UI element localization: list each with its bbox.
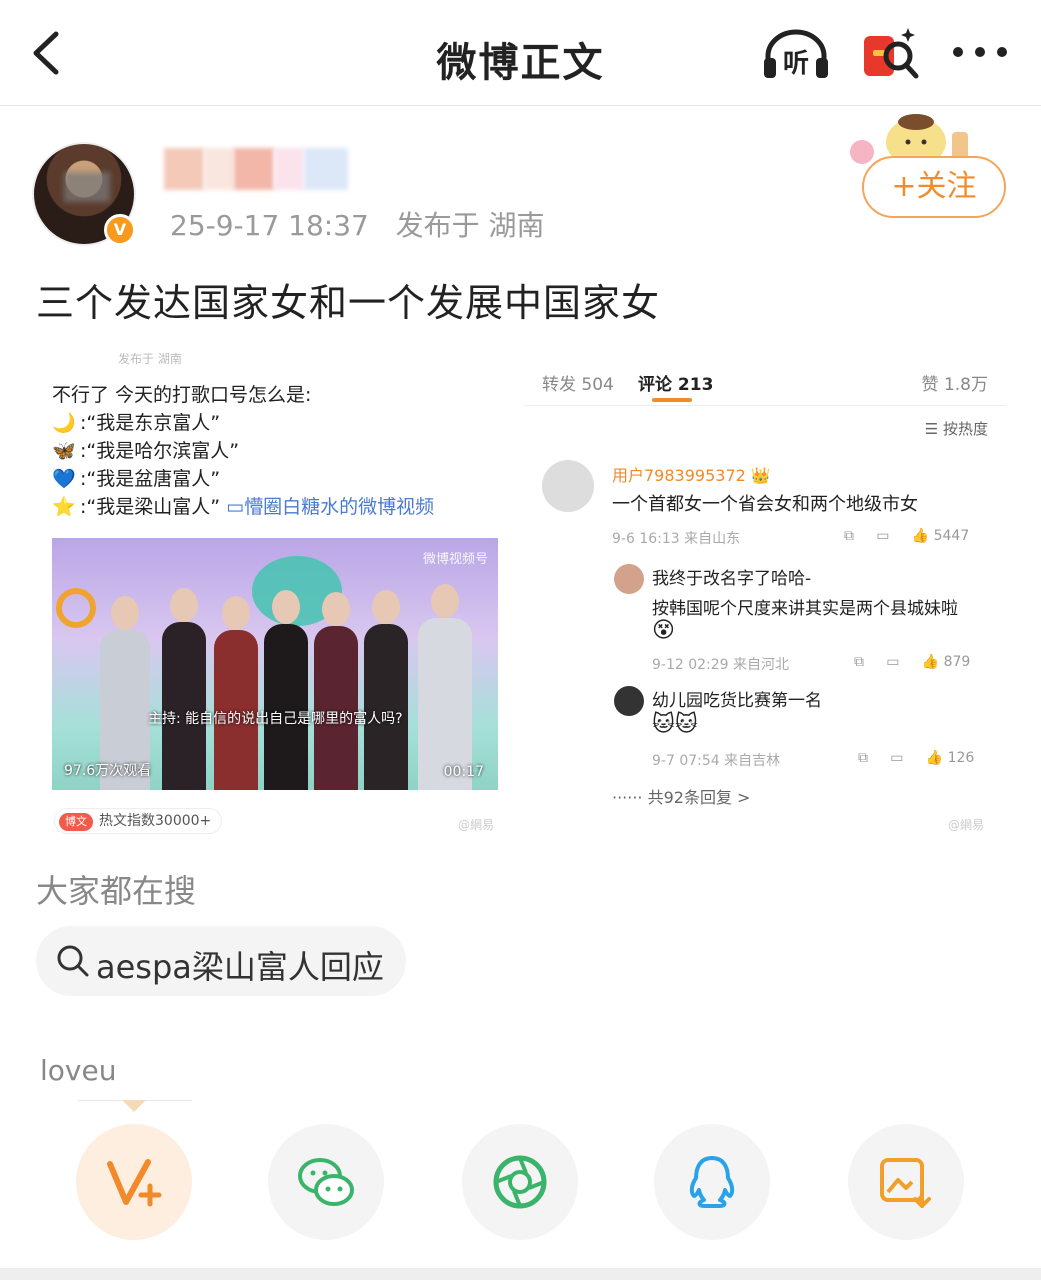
commenter-avatar <box>542 460 594 512</box>
search-icon <box>57 945 89 977</box>
hot-index-tag: 博文 热文指数30000+ <box>54 808 223 834</box>
reply-actions: ⧉ ▭ 👍 126 <box>858 750 975 766</box>
slogan-line: 💙:“我是盆唐富人” <box>52 468 221 490</box>
comment-tabs: 转发 504 评论 213 赞 1.8万 <box>524 348 1006 406</box>
more-options-icon[interactable] <box>948 32 1012 72</box>
share-save-image-button[interactable] <box>848 1124 964 1240</box>
butterfly-icon: 🦋 <box>52 440 76 462</box>
embedded-post-screenshot: 发布于 湖南 不行了 今天的打歌口号怎么是: 🌙:“我是东京富人” 🦋:“我是哈… <box>36 348 514 836</box>
author-name-redacted[interactable] <box>164 148 354 190</box>
post-location: 发布于 湖南 <box>395 209 545 242</box>
video-thumbnail: 微博视频号 主持: 能自信的说出自己是哪里的富人吗? 97.6万次观看 00:1… <box>52 538 498 790</box>
share-wechat-button[interactable] <box>268 1124 384 1240</box>
sort-by-heat: ☰ 按热度 <box>924 420 988 438</box>
performer-figure <box>364 590 408 790</box>
stage-decoration <box>56 588 96 628</box>
qq-penguin-icon <box>689 1156 735 1208</box>
listen-label: 听 <box>783 49 809 79</box>
more-replies-link: ······ 共92条回复 > <box>612 788 751 807</box>
post-image[interactable]: 发布于 湖南 不行了 今天的打歌口号怎么是: 🌙:“我是东京富人” 🦋:“我是哈… <box>36 348 1006 836</box>
corner-watermark: @網易 <box>458 818 495 832</box>
share-weibo-button[interactable] <box>76 1124 192 1240</box>
video-link: ▭懵圈白糖水的微博视频 <box>226 496 435 518</box>
verified-badge-icon: V <box>104 214 136 246</box>
commenter-avatar <box>614 686 644 716</box>
commenter-name: 用户7983995372 👑 <box>612 466 771 485</box>
video-subtitle: 主持: 能自信的说出自己是哪里的富人吗? <box>148 711 403 727</box>
wechat-icon <box>298 1158 354 1206</box>
search-suggestion-chip[interactable]: aespa梁山富人回应 <box>36 926 406 996</box>
share-pointer-icon <box>122 1100 146 1112</box>
share-qq-button[interactable] <box>654 1124 770 1240</box>
slogan-line: ⭐:“我是梁山富人” ▭懵圈白糖水的微博视频 <box>52 496 435 518</box>
post-timestamp: 25-9-17 18:37 <box>170 209 369 242</box>
post-meta: 25-9-17 18:37 发布于 湖南 <box>170 204 544 244</box>
performer-figure <box>162 588 206 790</box>
tab-like: 赞 1.8万 <box>921 375 988 395</box>
slogan-line: 🦋:“我是哈尔滨富人” <box>52 440 240 462</box>
reply-text: 按韩国呢个尺度来讲其实是两个县城妹啦 <box>652 599 958 619</box>
embedded-comments-screenshot: 转发 504 评论 213 赞 1.8万 ☰ 按热度 用户7983995372 … <box>524 348 1006 836</box>
active-tab-indicator <box>652 398 692 402</box>
weibo-v-plus-icon <box>107 1159 162 1207</box>
top-nav-bar: 微博正文 听 <box>0 0 1041 106</box>
slogan-line: 🌙:“我是东京富人” <box>52 412 221 434</box>
reply-emoji: 😵 <box>652 618 675 643</box>
video-watermark: 微博视频号 <box>422 552 488 567</box>
bottom-safe-area <box>0 1268 1041 1280</box>
moments-aperture-icon <box>493 1155 547 1209</box>
headphones-listen-icon[interactable]: 听 <box>762 26 830 80</box>
blue-heart-icon: 💙 <box>52 468 76 490</box>
post-body-text: 三个发达国家女和一个发展中国家女 <box>36 281 661 325</box>
reply-meta: 9-12 02:29 来自河北 <box>652 657 790 673</box>
comment-actions: ⧉ ▭ 👍 5447 <box>844 528 970 544</box>
tab-comment: 评论 213 <box>638 375 714 395</box>
save-image-icon <box>880 1158 931 1208</box>
follow-button[interactable]: +关注 <box>862 156 1006 218</box>
comment-meta: 9-6 16:13 来自山东 <box>612 531 741 547</box>
tab-repost: 转发 504 <box>542 375 614 395</box>
faded-location-text: 发布于 湖南 <box>118 352 182 366</box>
performer-figure <box>264 590 308 790</box>
search-section-title: 大家都在搜 <box>36 872 197 910</box>
comment-text: 一个首都女一个省会女和两个地级市女 <box>612 494 918 515</box>
reply-actions: ⧉ ▭ 👍 879 <box>854 654 971 670</box>
share-label: loveu <box>40 1054 117 1087</box>
video-duration: 00:17 <box>443 764 484 780</box>
search-suggestion-text: aespa梁山富人回应 <box>96 948 384 986</box>
red-packet-search-icon[interactable] <box>860 24 920 82</box>
reply-user: 幼儿园吃货比赛第一名 <box>652 691 822 711</box>
star-icon: ⭐ <box>52 496 76 518</box>
share-moments-button[interactable] <box>462 1124 578 1240</box>
video-views: 97.6万次观看 <box>64 763 152 779</box>
reply-meta: 9-7 07:54 来自吉林 <box>652 753 781 769</box>
reply-emoji: 🐱🐱 <box>652 712 698 737</box>
embedded-heading: 不行了 今天的打歌口号怎么是: <box>52 384 312 406</box>
moon-icon: 🌙 <box>52 412 76 434</box>
reply-user: 我终于改名字了哈哈- <box>652 569 812 589</box>
corner-watermark: @網易 <box>948 818 985 832</box>
commenter-avatar <box>614 564 644 594</box>
hot-pill: 博文 <box>59 813 93 831</box>
